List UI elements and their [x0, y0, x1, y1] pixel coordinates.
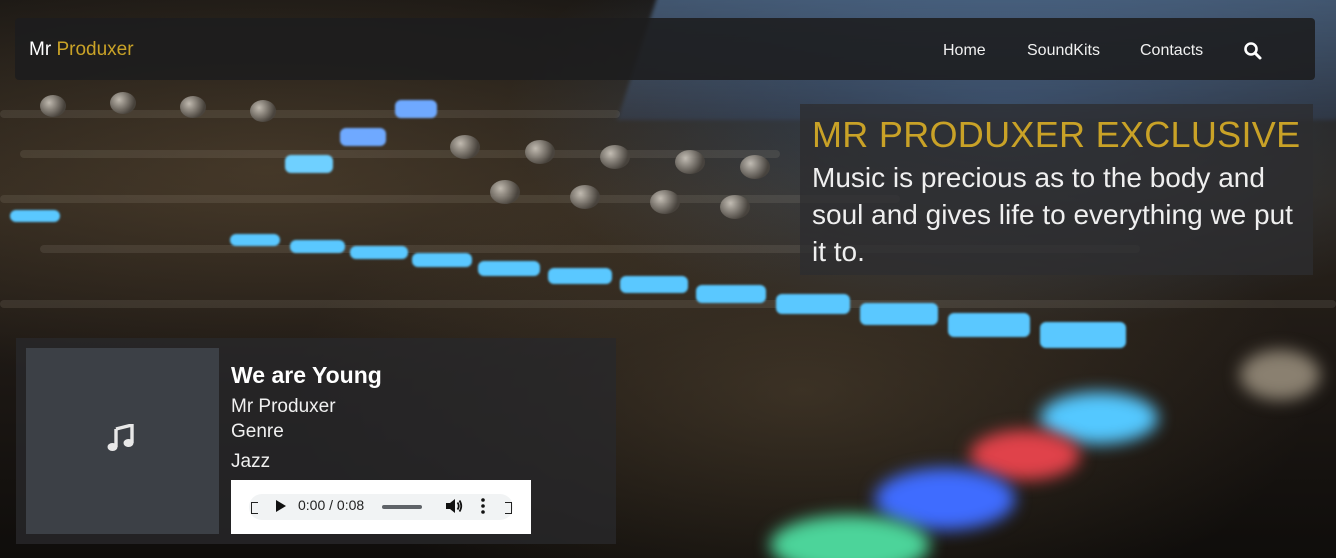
brand-first: Mr [29, 39, 52, 60]
audio-player[interactable]: 0:00 / 0:08 [231, 480, 531, 534]
nav-contacts-link[interactable]: Contacts [1140, 42, 1203, 60]
genre-label: Genre [231, 421, 284, 442]
track-cover [26, 348, 219, 534]
navbar: Mr Produxer Home SoundKits Contacts [15, 18, 1315, 80]
corner-left [251, 502, 258, 514]
audio-progress-track[interactable] [382, 505, 422, 509]
music-note-icon [107, 424, 134, 451]
search-icon[interactable] [1243, 41, 1263, 61]
nav-soundkits-link[interactable]: SoundKits [1027, 42, 1100, 60]
nav-home-link[interactable]: Home [943, 42, 986, 60]
audio-player-bar [249, 494, 513, 520]
audio-time: 0:00 / 0:08 [298, 497, 365, 513]
more-options-icon[interactable] [481, 498, 485, 519]
hero-text: Music is precious as to the body and sou… [812, 162, 1293, 267]
track-artist: Mr Produxer [231, 396, 336, 417]
track-title: We are Young [231, 362, 382, 388]
brand-logo[interactable]: Mr Produxer [29, 39, 134, 61]
brand-second: Produxer [56, 39, 134, 60]
hero-panel: MR PRODUXER EXCLUSIVE Music is precious … [800, 104, 1313, 275]
hero-title: MR PRODUXER EXCLUSIVE [812, 114, 1301, 155]
play-icon[interactable] [275, 499, 287, 518]
track-genre: Jazz [231, 451, 271, 472]
track-card: We are Young Mr Produxer Genre Jazz 0:00… [16, 338, 616, 544]
volume-icon[interactable] [445, 498, 463, 519]
corner-right [505, 502, 512, 514]
